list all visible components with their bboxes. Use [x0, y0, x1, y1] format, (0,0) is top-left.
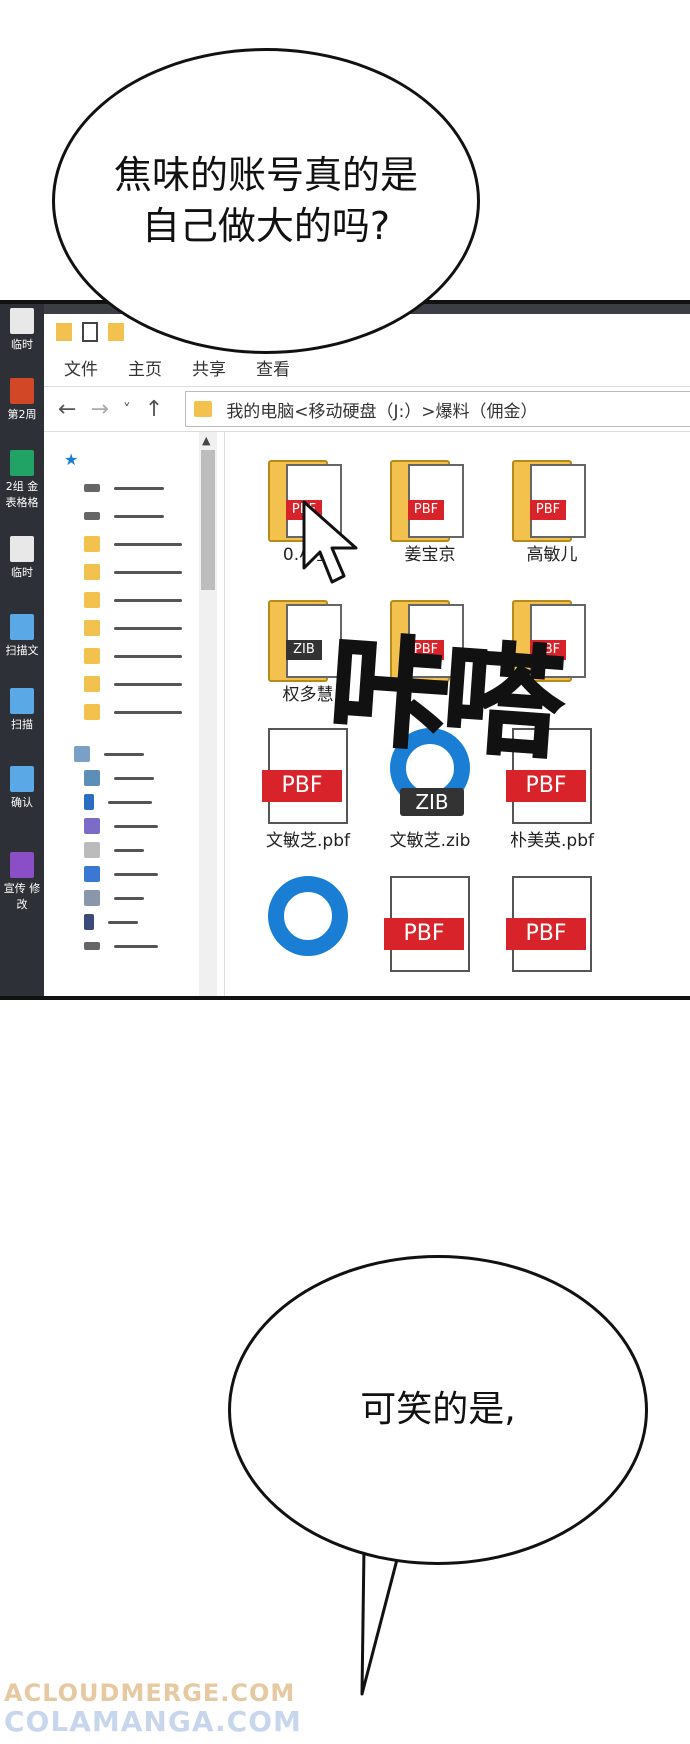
desktop-icon[interactable]: 确认 [0, 766, 44, 810]
new-folder-icon[interactable] [108, 323, 124, 341]
desktop-icon[interactable]: 宣传 修改 [0, 852, 44, 912]
folder-icon [194, 401, 213, 417]
sidebar-item[interactable] [84, 816, 214, 836]
desktop-icon-strip: 临时 第2周 2组 金 表格格 临时 扫描文 扫描 确认 宣传 修改 [0, 304, 44, 996]
folder-item[interactable]: PBF 姜宝京 [375, 454, 485, 565]
speech-bubble-bottom: 可笑的是, [228, 1255, 648, 1565]
sidebar-item[interactable]: 📌 [84, 478, 214, 498]
file-label: 朴美英.pbf [510, 831, 594, 851]
sidebar-item[interactable]: 📌 [84, 562, 214, 582]
folder-icon [56, 323, 72, 341]
address-bar-row: ← → ˅ ↑ 我的电脑<移动硬盘（J:）>爆料（佣金） [44, 386, 690, 432]
address-path[interactable]: 我的电脑<移动硬盘（J:）>爆料（佣金） [185, 391, 690, 427]
sidebar-item[interactable]: 📌 [84, 702, 214, 722]
tab-view[interactable]: 查看 [256, 355, 290, 380]
tab-file[interactable]: 文件 [64, 355, 98, 380]
desktop-icon[interactable]: 扫描文 [0, 614, 44, 658]
folder-item[interactable]: PBF 高敏儿 [497, 454, 607, 565]
sidebar-item[interactable] [84, 936, 214, 956]
address-text: 我的电脑<移动硬盘（J:）>爆料（佣金） [226, 401, 538, 422]
sidebar-item[interactable]: 📌 [84, 618, 214, 638]
sidebar-scrollbar[interactable]: ▲ [199, 432, 217, 996]
ribbon-tabs: 文件 主页 共享 查看 [44, 350, 690, 384]
sidebar-item[interactable] [84, 792, 214, 812]
sidebar-item[interactable] [84, 840, 214, 860]
tab-home[interactable]: 主页 [128, 355, 162, 380]
file-label: 姜宝京 [404, 545, 456, 565]
desktop-icon[interactable]: 临时 [0, 536, 44, 580]
watermark-line-1: ACLOUDMERGE.COM [4, 1679, 296, 1708]
desktop-icon[interactable]: 临时 [0, 308, 44, 352]
watermark-line-2: COLAMANGA.COM [4, 1704, 302, 1738]
sidebar-item[interactable] [84, 912, 214, 932]
file-item[interactable]: PBF [375, 876, 485, 972]
speech-bubble-top: 焦味的账号真的是 自己做大的吗? [52, 48, 480, 354]
quick-access-star-icon[interactable]: ★ [64, 450, 78, 469]
sidebar-item[interactable]: 📌 [84, 590, 214, 610]
forward-arrow-icon[interactable]: → [90, 397, 108, 422]
navigation-pane: ★ 📌 📌 📌 📌 📌 📌 📌 📌 📌 [44, 432, 224, 996]
file-label: 文敏芝.pbf [266, 831, 350, 851]
sidebar-item-this-pc[interactable] [74, 744, 204, 764]
file-label: 高敏儿 [526, 545, 578, 565]
scrollbar-thumb[interactable] [201, 450, 215, 590]
sidebar-item[interactable] [84, 768, 214, 788]
sidebar-item[interactable]: 📌 [84, 674, 214, 694]
sidebar-item[interactable]: 📌 [84, 534, 214, 554]
mouse-cursor-icon [302, 500, 358, 584]
file-item[interactable] [253, 876, 363, 972]
properties-icon[interactable] [82, 322, 98, 342]
desktop-icon[interactable]: 第2周 [0, 378, 44, 422]
tab-share[interactable]: 共享 [192, 355, 226, 380]
file-label: 文敏芝.zib [389, 831, 471, 851]
file-item[interactable]: PBF [497, 876, 607, 972]
sidebar-item[interactable]: 📌 [84, 506, 214, 526]
speech-text: 可笑的是, [360, 1388, 516, 1430]
speech-line-2: 自己做大的吗? [141, 204, 391, 248]
desktop-icon[interactable]: 2组 金 表格格 [0, 450, 44, 510]
chevron-down-icon[interactable]: ˅ [123, 400, 131, 419]
sound-effect-text: 咔嗒 [324, 620, 563, 777]
up-arrow-icon[interactable]: ↑ [145, 397, 163, 422]
desktop-icon[interactable]: 扫描 [0, 688, 44, 732]
speech-bubble-tail [360, 1548, 402, 1696]
sidebar-item[interactable] [84, 888, 214, 908]
watermark: ACLOUDMERGE.COM COLAMANGA.COM [4, 1681, 302, 1736]
sidebar-item[interactable] [84, 864, 214, 884]
back-arrow-icon[interactable]: ← [58, 397, 76, 422]
chevron-up-icon[interactable]: ▲ [202, 434, 210, 447]
sidebar-item[interactable]: 📌 [84, 646, 214, 666]
speech-line-1: 焦味的账号真的是 [113, 152, 418, 197]
